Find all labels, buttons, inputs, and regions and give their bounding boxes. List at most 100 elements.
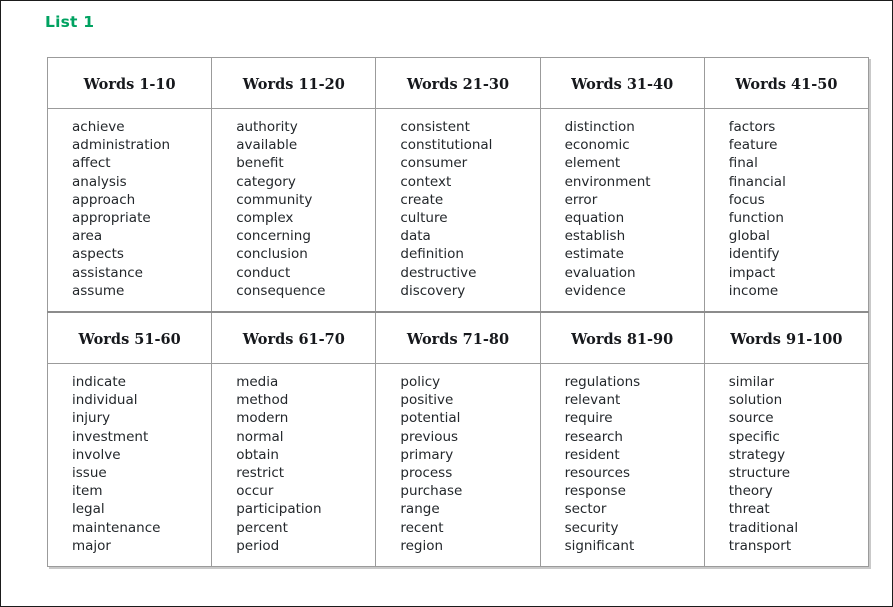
header-cell: Words 61-70	[211, 311, 377, 365]
word-item: assume	[72, 282, 125, 299]
word-item: individual	[72, 392, 138, 409]
word-item: sector	[564, 501, 607, 518]
header-cell: Words 91-100	[703, 311, 870, 365]
word-item: category	[236, 173, 296, 190]
word-item: distinction	[564, 119, 635, 135]
word-item: primary	[400, 446, 454, 463]
table-header-row: Words 1-10 Words 11-20 Words 21-30 Words…	[46, 57, 870, 109]
word-item: environment	[564, 173, 651, 190]
word-list: distinction economic element environment err…	[565, 118, 698, 300]
word-cell: distinction economic element environment err…	[539, 108, 705, 313]
word-list: policy positive potential previous primary pr…	[400, 373, 533, 555]
word-list: indicate individual injury investment involv…	[72, 373, 205, 555]
word-item: consistent	[400, 119, 470, 135]
word-item: traditional	[728, 519, 799, 536]
word-item: final	[728, 155, 758, 172]
word-item: policy	[400, 374, 441, 391]
word-item: element	[564, 155, 621, 172]
word-item: research	[564, 428, 623, 445]
table-row: indicate individual injury investment involv…	[46, 363, 870, 568]
word-item: achieve	[72, 119, 125, 135]
word-item: complex	[236, 210, 294, 227]
word-item: feature	[728, 137, 778, 154]
word-item: evidence	[564, 282, 626, 299]
column-header-label: Words 1-10	[83, 75, 176, 93]
word-cell: authority available benefit category communi…	[211, 108, 377, 313]
column-header-label: Words 11-20	[242, 75, 345, 93]
word-item: period	[236, 537, 280, 554]
word-item: appropriate	[72, 210, 151, 227]
word-item: structure	[728, 465, 791, 482]
word-item: analysis	[72, 173, 127, 190]
word-item: major	[72, 537, 111, 554]
word-item: purchase	[400, 483, 463, 500]
word-item: focus	[728, 191, 765, 208]
word-item: consequence	[236, 282, 326, 299]
word-item: conduct	[236, 264, 291, 281]
word-item: financial	[728, 173, 786, 190]
word-cell: regulations relevant require research reside…	[539, 363, 705, 568]
table-header-row: Words 51-60 Words 61-70 Words 71-80 Word…	[46, 311, 870, 365]
word-item: aspects	[72, 246, 124, 263]
word-item: security	[564, 519, 619, 536]
word-item: solution	[728, 392, 783, 409]
word-item: benefit	[236, 155, 284, 172]
word-item: strategy	[728, 446, 786, 463]
word-list: authority available benefit category communi…	[236, 118, 369, 300]
word-table-body: Words 1-10 Words 11-20 Words 21-30 Words…	[46, 57, 870, 568]
word-item: process	[400, 465, 453, 482]
word-item: positive	[400, 392, 454, 409]
word-item: specific	[728, 428, 780, 445]
table-row: achieve administration affect analysis appro…	[46, 108, 870, 313]
word-cell: consistent constitutional consumer context c…	[375, 108, 541, 313]
word-item: maintenance	[72, 519, 161, 536]
word-item: previous	[400, 428, 459, 445]
word-item: regulations	[564, 374, 641, 391]
header-cell: Words 11-20	[211, 57, 377, 109]
word-cell: policy positive potential previous primary pr…	[375, 363, 541, 568]
word-item: investment	[72, 428, 149, 445]
word-item: administration	[72, 137, 171, 154]
word-item: identify	[728, 246, 780, 263]
word-item: range	[400, 501, 440, 518]
word-item: item	[72, 483, 103, 500]
page-title: List 1	[45, 13, 95, 31]
word-list: achieve administration affect analysis appro…	[72, 118, 205, 300]
word-item: estimate	[564, 246, 624, 263]
word-list: factors feature final financial focus functio…	[729, 118, 862, 300]
column-header-label: Words 41-50	[735, 75, 838, 93]
word-cell: similar solution source specific strategy str…	[703, 363, 870, 568]
word-item: economic	[564, 137, 630, 154]
header-cell: Words 71-80	[375, 311, 541, 365]
column-header-label: Words 71-80	[406, 330, 510, 348]
header-cell: Words 31-40	[539, 57, 705, 109]
column-header-label: Words 81-90	[571, 330, 674, 348]
word-item: area	[72, 228, 103, 245]
word-item: require	[564, 410, 613, 427]
word-item: potential	[400, 410, 461, 427]
column-header-label: Words 91-100	[730, 330, 843, 348]
word-item: concerning	[236, 228, 311, 245]
word-item: context	[400, 173, 452, 190]
word-cell: achieve administration affect analysis appro…	[46, 108, 213, 313]
word-item: recent	[400, 519, 444, 536]
word-item: evaluation	[564, 264, 636, 281]
word-item: percent	[236, 519, 288, 536]
word-item: relevant	[564, 392, 621, 409]
word-item: modern	[236, 410, 289, 427]
word-item: establish	[564, 228, 626, 245]
word-item: involve	[72, 446, 121, 463]
word-item: community	[236, 191, 313, 208]
word-cell: factors feature final financial focus functio…	[703, 108, 870, 313]
word-item: culture	[400, 210, 448, 227]
column-header-label: Words 31-40	[571, 75, 674, 93]
word-item: constitutional	[400, 137, 493, 154]
word-item: create	[400, 191, 444, 208]
word-item: error	[564, 191, 598, 208]
word-item: injury	[72, 410, 111, 427]
word-item: available	[236, 137, 298, 154]
word-item: threat	[728, 501, 770, 518]
word-item: transport	[728, 537, 792, 554]
word-item: equation	[564, 210, 625, 227]
word-item: destructive	[400, 264, 477, 281]
